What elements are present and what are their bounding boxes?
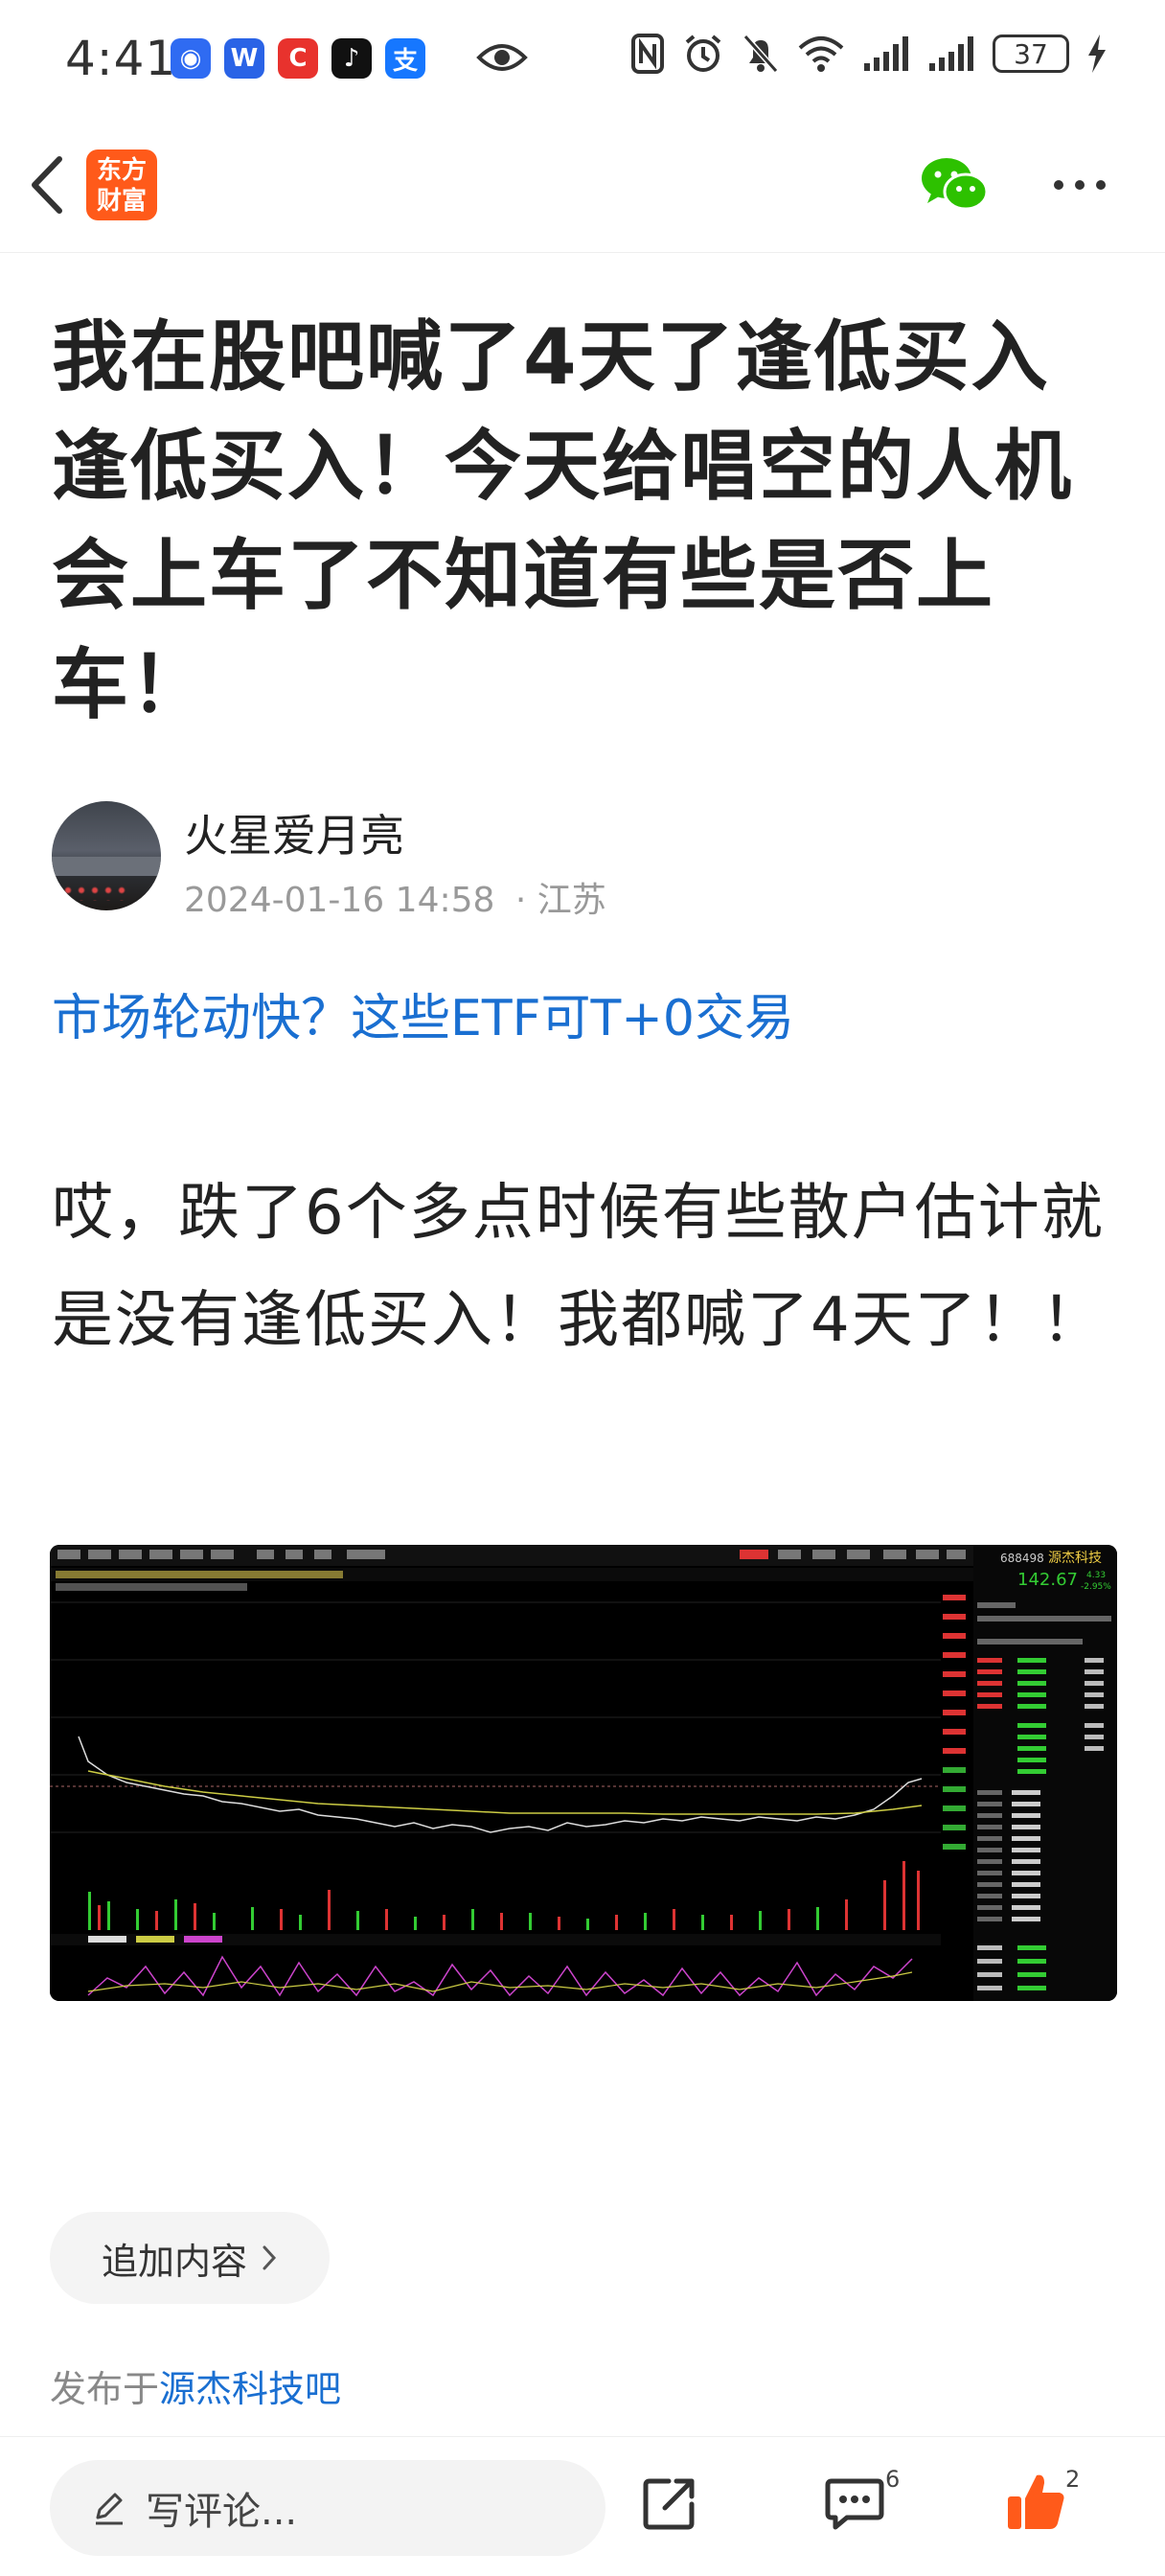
published-prefix: 发布于 [50, 2368, 160, 2410]
app-header: 东方 财富 [0, 117, 1165, 253]
chart-stock-price: 142.67 [1017, 1570, 1078, 1590]
tiktok-icon: ♪ [331, 38, 372, 79]
promo-link[interactable]: 市场轮动快？这些ETF可T+0交易 [52, 978, 794, 1049]
stock-chart-image[interactable]: 688498 源杰科技 142.67 4.33 -2.95% [50, 1545, 1117, 2001]
author-avatar[interactable] [52, 801, 161, 910]
signal-icon-2 [929, 36, 973, 71]
logo-line-1: 东方 [96, 156, 147, 185]
post-datetime: 2024-01-16 14:58 [184, 881, 495, 920]
post-meta: 2024-01-16 14:58 · 江苏 [184, 872, 606, 922]
logo-line-2: 财富 [96, 187, 147, 216]
comments-icon[interactable] [824, 2475, 885, 2533]
baidu-icon: ◉ [171, 38, 211, 79]
battery-indicator: 37 [993, 34, 1069, 73]
eye-icon [476, 44, 528, 71]
thumbs-up-icon[interactable] [1004, 2470, 1067, 2533]
like-count: 2 [1065, 2466, 1081, 2493]
status-time: 4:41 [65, 31, 177, 86]
comment-placeholder: 写评论... [146, 2490, 298, 2534]
pencil-icon [96, 2493, 123, 2525]
chevron-right-icon [263, 2245, 277, 2270]
system-icons: 37 [630, 33, 1108, 75]
post-location: · 江苏 [514, 881, 606, 920]
add-content-button[interactable]: 追加内容 [50, 2212, 330, 2304]
bottom-action-bar: 写评论... 6 2 [0, 2436, 1165, 2576]
comments-count: 6 [885, 2466, 901, 2493]
mute-bell-icon [742, 34, 779, 73]
wechat-share-icon[interactable] [920, 155, 989, 213]
back-arrow-icon[interactable] [21, 151, 79, 218]
eastmoney-logo[interactable]: 东方 财富 [86, 150, 157, 220]
published-in: 发布于源杰科技吧 [50, 2359, 341, 2412]
stock-bar-link[interactable]: 源杰科技吧 [159, 2368, 341, 2410]
alarm-icon [685, 34, 721, 72]
post-title: 我在股吧喊了4天了逢低买入逢低买入！今天给唱空的人机会上车了不知道有些是否上车！ [52, 312, 1073, 729]
alipay-icon: 支 [385, 38, 425, 79]
wifi-icon [798, 36, 844, 72]
chart-stock-change-pct: -2.95% [1081, 1582, 1111, 1592]
csdn-icon: C [278, 38, 318, 79]
wps-icon: W [224, 38, 264, 79]
chart-stock-name: 源杰科技 [1048, 1551, 1102, 1566]
comment-input[interactable]: 写评论... [50, 2460, 605, 2556]
nfc-icon [631, 34, 664, 74]
add-content-label: 追加内容 [101, 2240, 247, 2283]
share-icon[interactable] [640, 2473, 699, 2533]
signal-icon-1 [864, 36, 908, 71]
chart-stock-code: 688498 [1000, 1552, 1044, 1565]
post-body: 哎，跌了6个多点时候有些散户估计就是没有逢低买入！我都喊了4天了！！ [52, 1178, 1105, 1356]
status-bar: 4:41 ◉ W C ♪ 支 37 [0, 0, 1165, 117]
notification-app-icons: ◉ W C ♪ 支 [171, 38, 425, 79]
author-name[interactable]: 火星爱月亮 [184, 801, 404, 864]
chart-stock-change: 4.33 [1086, 1571, 1106, 1580]
charging-icon [1088, 34, 1106, 73]
more-options-icon[interactable] [1054, 180, 1106, 190]
